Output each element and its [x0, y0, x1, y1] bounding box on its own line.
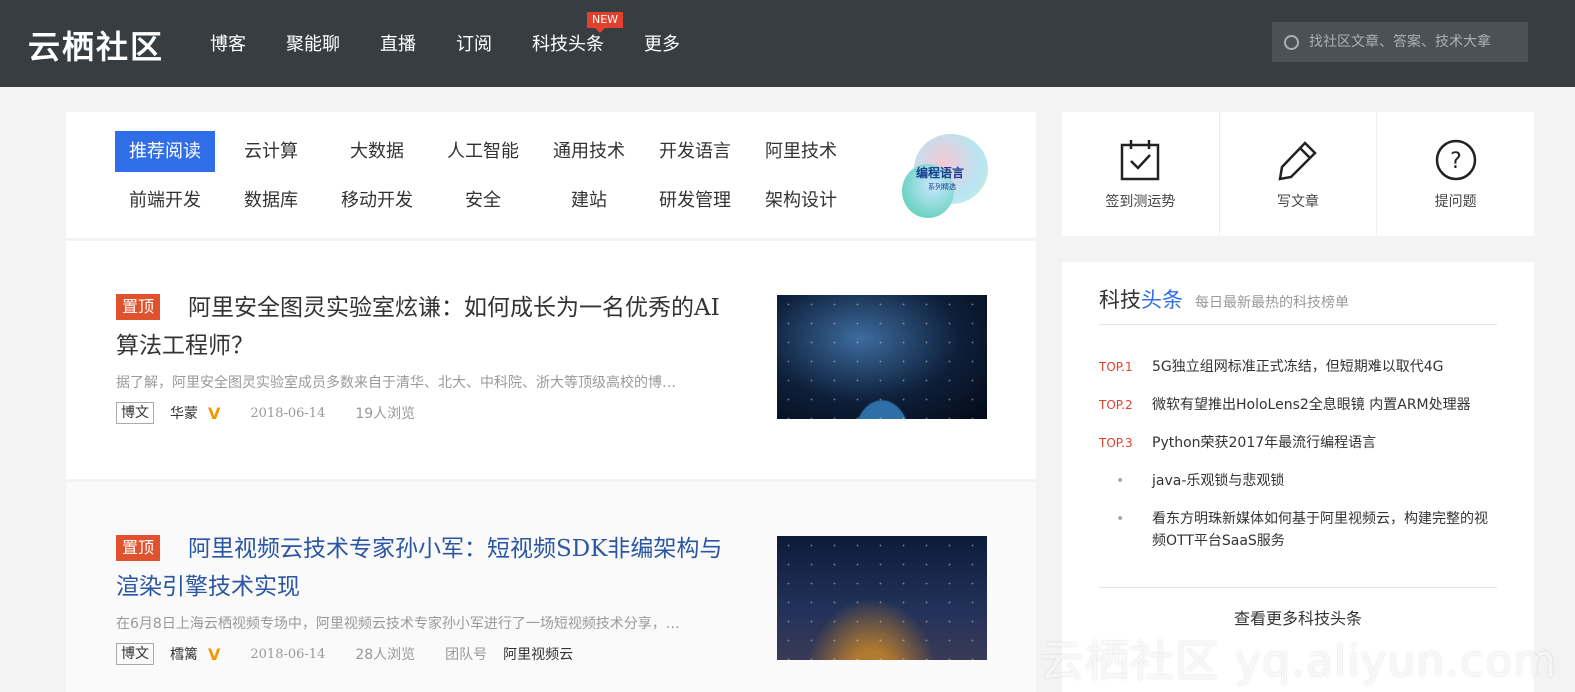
- article-type-tag[interactable]: 博文: [116, 402, 154, 424]
- checkin-label: 签到测运势: [1105, 194, 1176, 210]
- category-bigdata[interactable]: 大数据: [327, 131, 427, 172]
- pencil-icon: [1275, 137, 1321, 183]
- bullet-icon: •: [1116, 511, 1125, 527]
- category-grid: 推荐阅读 云计算 大数据 人工智能 通用技术 开发语言 阿里技术 前端开发 数据…: [115, 131, 855, 221]
- write-article-label: 写文章: [1277, 194, 1319, 210]
- category-panel: 推荐阅读 云计算 大数据 人工智能 通用技术 开发语言 阿里技术 前端开发 数据…: [66, 112, 1036, 238]
- divider: [1099, 324, 1497, 325]
- article-type-tag[interactable]: 博文: [116, 643, 154, 665]
- nav-item-blog[interactable]: 博客: [210, 30, 246, 56]
- headlines-title-part2: 头条: [1141, 288, 1183, 312]
- category-languages[interactable]: 开发语言: [645, 131, 745, 172]
- calendar-check-icon: [1117, 137, 1163, 183]
- verified-icon: V: [208, 644, 221, 664]
- thumbnail-stars: [777, 295, 987, 419]
- headline-item[interactable]: TOP.2 微软有望推出HoloLens2全息眼镜 内置ARM处理器: [1099, 394, 1499, 416]
- article-card: 阿里视频云技术专家孙小军：短视频SDK非编架构与渲染引擎技术实现 置顶 在6月8…: [66, 482, 1036, 692]
- category-cloud[interactable]: 云计算: [221, 131, 321, 172]
- quick-actions: 签到测运势 写文章 ? 提问题: [1062, 112, 1534, 236]
- headlines-subtitle: 每日最新最热的科技榜单: [1195, 295, 1349, 311]
- logo[interactable]: 云栖社区: [28, 22, 164, 68]
- main-nav: 博客 聚能聊 直播 订阅 科技头条 NEW 更多: [210, 12, 720, 56]
- write-article-button[interactable]: 写文章: [1220, 112, 1378, 236]
- article-date: 2018-06-14: [250, 646, 326, 662]
- search-icon[interactable]: [1284, 34, 1299, 50]
- article-thumbnail[interactable]: [777, 536, 987, 660]
- article-summary: 在6月8日上海云栖视频专场中，阿里视频云技术专家孙小军进行了一场短视频技术分享，…: [116, 616, 680, 632]
- divider: [1099, 587, 1497, 588]
- category-architecture[interactable]: 架构设计: [751, 180, 851, 221]
- top-navbar: 云栖社区 博客 聚能聊 直播 订阅 科技头条 NEW 更多: [0, 0, 1575, 87]
- category-site-building[interactable]: 建站: [539, 180, 639, 221]
- team-label: 团队号: [445, 647, 488, 663]
- headlines-title-part1: 科技: [1099, 288, 1141, 312]
- article-summary: 据了解，阿里安全图灵实验室成员多数来自于清华、北大、中科院、浙大等顶级高校的博…: [116, 375, 676, 391]
- category-general-tech[interactable]: 通用技术: [539, 131, 639, 172]
- headline-item[interactable]: TOP.1 5G独立组网标准正式冻结，但短期难以取代4G: [1099, 356, 1499, 378]
- pinned-badge: 置顶: [116, 535, 161, 561]
- headline-item[interactable]: • 看东方明珠新媒体如何基于阿里视频云，构建完整的视频OTT平台SaaS服务: [1099, 508, 1499, 552]
- category-mobile[interactable]: 移动开发: [327, 180, 427, 221]
- team-name[interactable]: 阿里视频云: [503, 644, 573, 664]
- thumbnail-stars: [777, 536, 987, 660]
- nav-item-chat[interactable]: 聚能聊: [286, 30, 340, 56]
- article-meta: 博文 华蒙 V 2018-06-14 19人浏览: [116, 402, 445, 424]
- verified-icon: V: [208, 403, 221, 423]
- ask-question-label: 提问题: [1434, 194, 1477, 210]
- checkin-button[interactable]: 签到测运势: [1062, 112, 1220, 236]
- article-author[interactable]: 樰篱: [170, 644, 198, 664]
- article-thumbnail[interactable]: [777, 295, 987, 419]
- nav-item-live[interactable]: 直播: [380, 30, 416, 56]
- nav-item-tech-headlines[interactable]: 科技头条 NEW: [532, 12, 624, 56]
- article-views: 28人浏览: [355, 647, 416, 663]
- ask-question-button[interactable]: ? 提问题: [1377, 112, 1534, 236]
- headline-text: 看东方明珠新媒体如何基于阿里视频云，构建完整的视频OTT平台SaaS服务: [1152, 511, 1488, 549]
- headline-item[interactable]: • java-乐观锁与悲观锁: [1099, 470, 1499, 492]
- nav-item-subscribe[interactable]: 订阅: [456, 30, 492, 56]
- nav-item-tech-headlines-label: 科技头条: [532, 34, 604, 55]
- category-recommended[interactable]: 推荐阅读: [115, 131, 215, 172]
- question-circle-icon: ?: [1433, 137, 1479, 183]
- svg-text:?: ?: [1450, 149, 1462, 174]
- promo-title: 编程语言: [916, 166, 965, 180]
- headline-rank: TOP.1: [1099, 360, 1133, 374]
- category-security[interactable]: 安全: [433, 180, 533, 221]
- search-box: [1272, 22, 1528, 62]
- article-author[interactable]: 华蒙: [170, 403, 198, 423]
- headlines-list: TOP.1 5G独立组网标准正式冻结，但短期难以取代4G TOP.2 微软有望推…: [1099, 356, 1499, 568]
- new-badge: NEW: [587, 12, 624, 33]
- promo-banner[interactable]: 编程语言 系列精选: [902, 134, 992, 218]
- category-frontend[interactable]: 前端开发: [115, 180, 215, 221]
- headline-text: 5G独立组网标准正式冻结，但短期难以取代4G: [1152, 359, 1444, 375]
- headline-text: java-乐观锁与悲观锁: [1152, 473, 1285, 489]
- headline-text: Python荣获2017年最流行编程语言: [1152, 435, 1377, 451]
- headline-rank: TOP.3: [1099, 436, 1133, 450]
- headline-rank: TOP.2: [1099, 398, 1133, 412]
- category-alibaba-tech[interactable]: 阿里技术: [751, 131, 851, 172]
- promo-subtitle: 系列精选: [928, 183, 956, 191]
- article-card: 阿里安全图灵实验室炫谦：如何成长为一名优秀的AI算法工程师？ 置顶 据了解，阿里…: [66, 241, 1036, 479]
- article-views: 19人浏览: [355, 406, 416, 422]
- article-meta: 博文 樰篱 V 2018-06-14 28人浏览 团队号 阿里视频云: [116, 643, 573, 665]
- nav-item-more[interactable]: 更多: [644, 30, 680, 56]
- search-input[interactable]: [1309, 34, 1519, 50]
- article-title[interactable]: 阿里视频云技术专家孙小军：短视频SDK非编架构与渲染引擎技术实现: [116, 530, 736, 606]
- bullet-icon: •: [1116, 473, 1125, 489]
- pinned-badge: 置顶: [116, 294, 161, 320]
- headline-text: 微软有望推出HoloLens2全息眼镜 内置ARM处理器: [1152, 397, 1471, 413]
- headline-item[interactable]: TOP.3 Python荣获2017年最流行编程语言: [1099, 432, 1499, 454]
- category-ai[interactable]: 人工智能: [433, 131, 533, 172]
- article-title[interactable]: 阿里安全图灵实验室炫谦：如何成长为一名优秀的AI算法工程师？: [116, 289, 736, 365]
- category-database[interactable]: 数据库: [221, 180, 321, 221]
- article-date: 2018-06-14: [250, 405, 326, 421]
- watermark: 云栖社区 yq.aliyun.com: [1040, 636, 1558, 687]
- headlines-header: 科技 头条 每日最新最热的科技榜单: [1099, 284, 1349, 314]
- logo-text: 云栖社区: [28, 28, 165, 66]
- category-rd-management[interactable]: 研发管理: [645, 180, 745, 221]
